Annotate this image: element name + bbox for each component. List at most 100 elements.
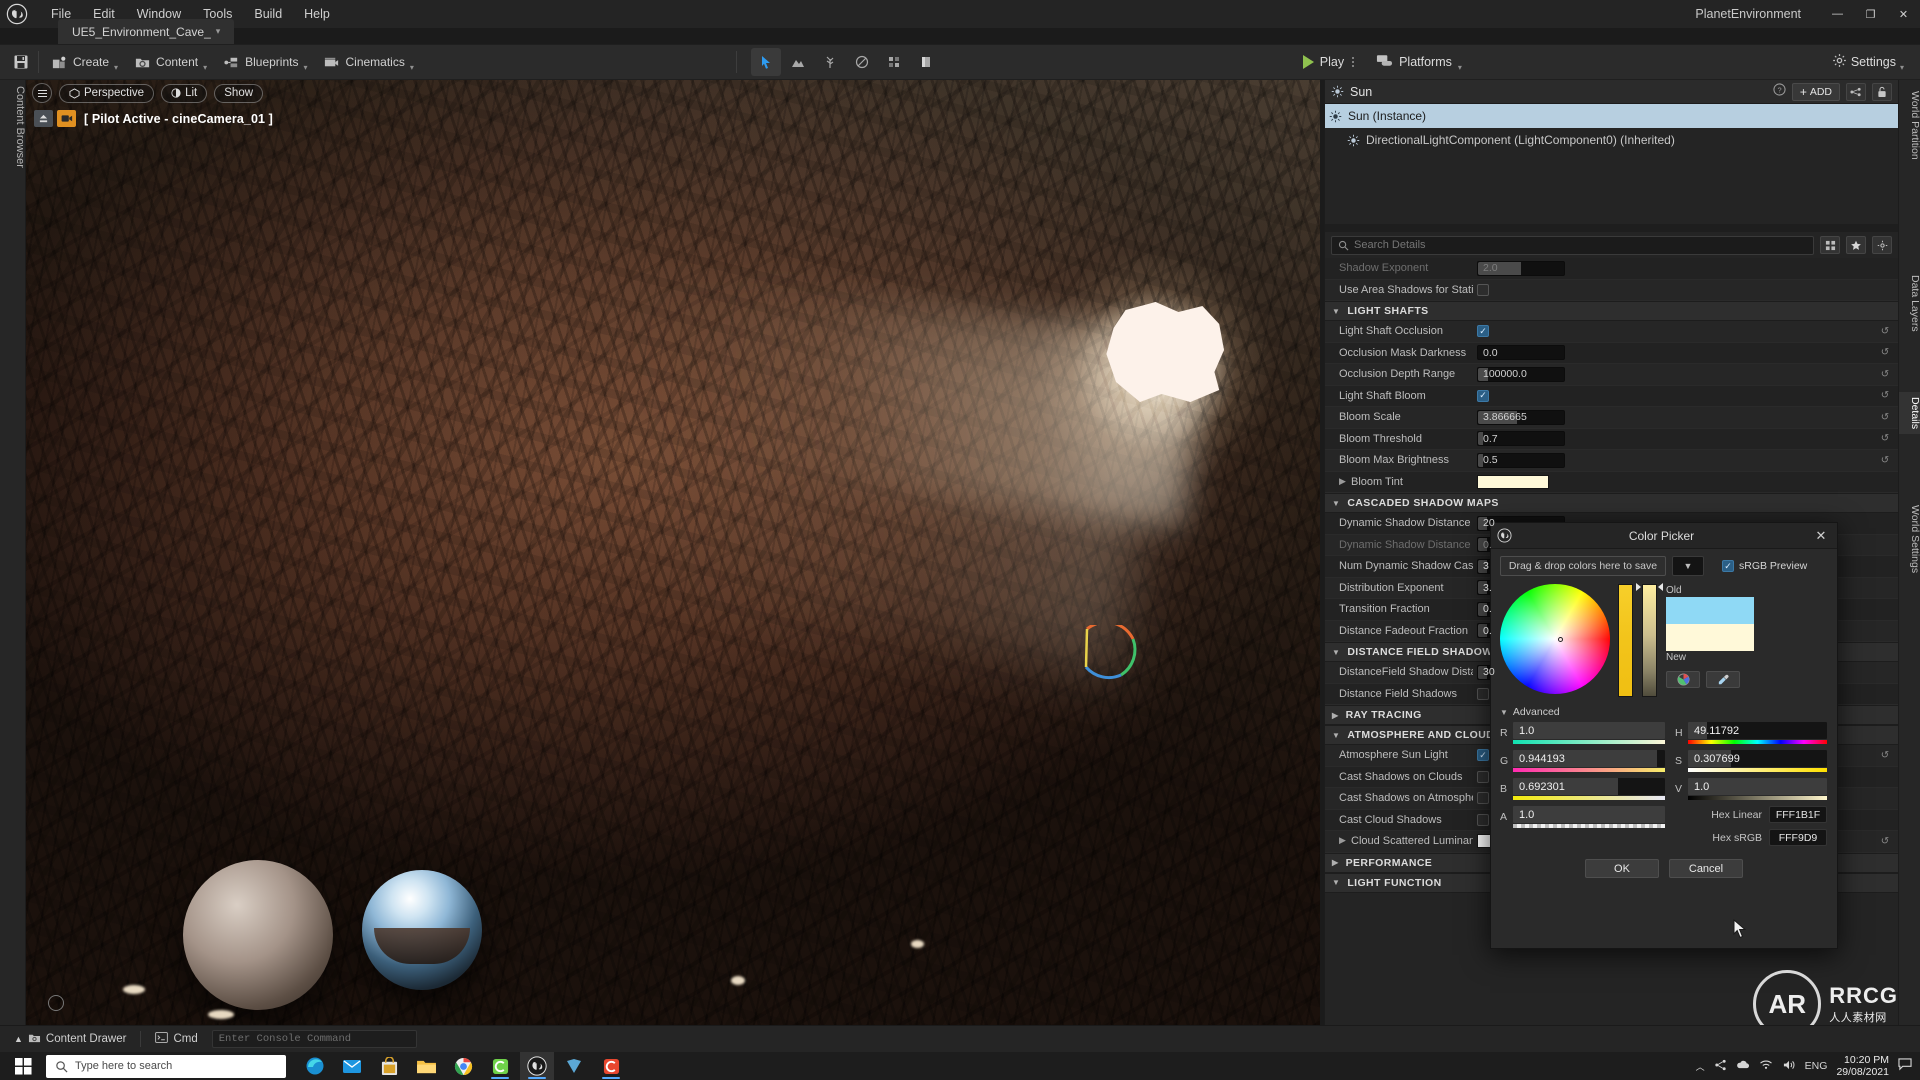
viewport-menu-icon[interactable] [32,83,52,103]
reset-to-default-icon[interactable]: ↺ [1872,433,1898,444]
details-property-row[interactable]: Bloom Scale 3.866665 ↺ [1325,407,1898,429]
eject-pilot-icon[interactable] [34,110,53,127]
rotation-gizmo[interactable] [1081,620,1143,683]
number-input[interactable]: 3.866665 [1477,409,1565,425]
content-drawer-button[interactable]: ▲ Content Drawer [8,1030,132,1049]
settings-caret-icon[interactable]: ▾ [1900,63,1904,72]
mail-icon[interactable] [335,1052,369,1080]
hsv-slider-h[interactable]: H 49.11792 [1675,722,1827,744]
property-value[interactable]: 2.0 [1473,260,1872,276]
level-viewport[interactable]: Perspective Lit Show [ Pilot Active - ci… [26,80,1320,1025]
platforms-caret-icon[interactable]: ▾ [1458,63,1462,72]
details-property-row[interactable]: Light Shaft Bloom ↺ [1325,385,1898,407]
property-checkbox[interactable] [1477,687,1489,700]
property-value[interactable]: 0.0 [1473,345,1872,361]
slider-value-field[interactable]: 49.11792 [1688,722,1827,739]
details-property-row[interactable]: Bloom Max Brightness 0.5 ↺ [1325,450,1898,472]
lock-icon[interactable] [1872,82,1892,101]
taskbar-clock[interactable]: 10:20 PM 29/08/2021 [1836,1054,1889,1078]
color-picker-dialog[interactable]: Color Picker ✕ Drag & drop colors here t… [1490,522,1838,949]
property-checkbox[interactable] [1477,389,1489,402]
number-input[interactable]: 100000.0 [1477,366,1565,382]
create-button[interactable]: Create ▾ [43,48,126,76]
show-menu-button[interactable]: Show [214,83,264,103]
color-wheel-icon[interactable] [1666,671,1700,688]
slider-value-field[interactable]: 1.0 [1513,806,1665,823]
number-input[interactable]: 0.7 [1477,431,1565,447]
reset-to-default-icon[interactable]: ↺ [1872,390,1898,401]
hex-srgb-field[interactable]: FFF9D9 [1769,829,1827,846]
slider-body[interactable]: 49.11792 [1688,722,1827,744]
tab-world-partition[interactable]: World Partition [1899,86,1920,165]
fracture-mode-icon[interactable] [879,48,909,76]
add-actor-button[interactable]: + ADD [1791,82,1840,101]
tray-expand-icon[interactable]: ︿ [1696,1060,1705,1073]
outliner-row-sun-instance[interactable]: Sun (Instance) [1325,104,1898,128]
document-tab-ue5-environment-cave[interactable]: UE5_Environment_Cave_ ▾ [58,19,235,44]
slider-gradient-track[interactable] [1688,796,1827,800]
platforms-button[interactable]: Platforms ▾ [1368,48,1470,76]
value-handle-right[interactable] [1658,583,1663,591]
play-button[interactable]: Play [1295,48,1362,76]
hsv-slider-s[interactable]: S 0.307699 [1675,750,1827,772]
property-checkbox[interactable] [1477,283,1489,296]
property-value[interactable] [1473,474,1872,489]
property-checkbox[interactable] [1477,749,1489,762]
language-indicator[interactable]: ENG [1805,1060,1828,1072]
content-browser-tab[interactable]: Content Browser [0,86,26,168]
details-property-row[interactable]: Shadow Exponent 2.0 [1325,258,1898,280]
new-color-swatch[interactable] [1666,624,1754,651]
network-share-icon[interactable] [1714,1059,1727,1074]
hex-linear-field[interactable]: FFF1B1F [1769,806,1827,823]
viewport-transform-gizmo-icon[interactable] [48,995,64,1011]
slider-value-field[interactable]: 1.0 [1688,778,1827,795]
rgba-slider-a[interactable]: A 1.0 [1500,806,1665,828]
reset-to-default-icon[interactable]: ↺ [1872,369,1898,380]
eyedropper-icon[interactable] [1706,671,1740,688]
outliner-row-directional-light-component[interactable]: DirectionalLightComponent (LightComponen… [1325,128,1898,152]
slider-body[interactable]: 0.944193 [1513,750,1665,772]
slider-gradient-track[interactable] [1688,768,1827,772]
hsv-sliders-column[interactable]: H 49.11792 S 0.307699 V 1.0 Hex Linear FFF1B1… [1675,722,1827,846]
property-value[interactable]: 0.5 [1473,452,1872,468]
drag-drop-colors-area[interactable]: Drag & drop colors here to save [1500,556,1666,576]
landscape-mode-icon[interactable] [783,48,813,76]
search-details-input[interactable] [1354,239,1807,251]
tab-details[interactable]: Details [1899,392,1920,435]
reset-to-default-icon[interactable]: ↺ [1872,455,1898,466]
close-icon[interactable]: ✕ [1811,528,1831,544]
file-explorer-icon[interactable] [409,1052,443,1080]
save-icon[interactable] [8,54,34,70]
chrome-icon[interactable] [446,1052,480,1080]
details-settings-icon[interactable] [1872,236,1892,254]
details-property-row[interactable]: ▶ Bloom Tint [1325,471,1898,493]
saturation-bar[interactable] [1618,584,1633,697]
slider-gradient-track[interactable] [1513,740,1665,744]
capcut-icon[interactable] [483,1052,517,1080]
foliage-mode-icon[interactable] [815,48,845,76]
value-bar-wrap[interactable] [1636,583,1663,697]
wifi-icon[interactable] [1759,1059,1773,1073]
slider-value-field[interactable]: 1.0 [1513,722,1665,739]
property-checkbox[interactable] [1477,325,1489,338]
reset-to-default-icon[interactable]: ↺ [1872,412,1898,423]
onedrive-icon[interactable] [1736,1059,1750,1073]
chevron-right-icon[interactable]: ▶ [1339,476,1346,487]
old-color-swatch[interactable] [1666,597,1754,624]
property-value[interactable] [1473,389,1872,402]
select-mode-icon[interactable] [750,48,781,76]
outliner-settings-icon[interactable] [1846,82,1866,101]
taskbar-search-box[interactable]: Type here to search [46,1054,286,1078]
adobe-icon[interactable] [594,1052,628,1080]
edge-icon[interactable] [298,1052,332,1080]
create-caret-icon[interactable]: ▾ [114,63,118,72]
rgba-slider-g[interactable]: G 0.944193 [1500,750,1665,772]
slider-gradient-track[interactable] [1513,796,1665,800]
rgba-sliders-column[interactable]: R 1.0 G 0.944193 B 0.692301 A 1.0 [1500,722,1665,846]
color-wheel-cursor[interactable] [1558,636,1564,642]
reset-to-default-icon[interactable]: ↺ [1872,750,1898,761]
cancel-button[interactable]: Cancel [1669,859,1743,878]
value-bar[interactable] [1642,584,1657,697]
details-property-row[interactable]: Use Area Shadows for Stationary Lig [1325,279,1898,301]
console-command-input[interactable]: Enter Console Command [211,1030,417,1048]
